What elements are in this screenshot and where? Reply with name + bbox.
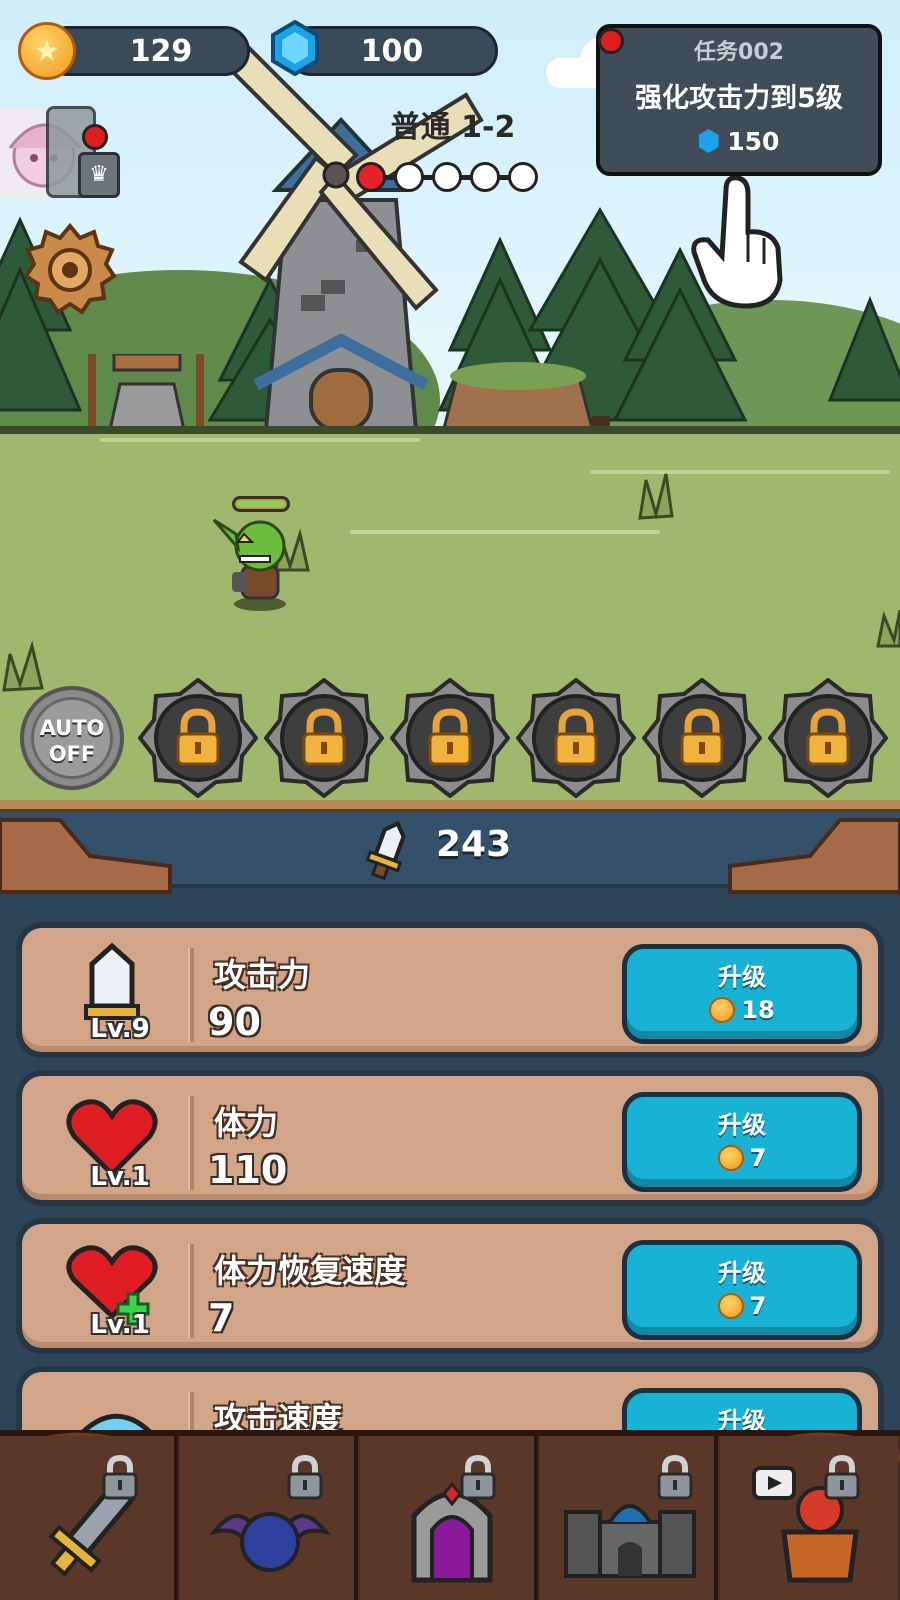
auto-toggle-label: AUTO OFF [31, 697, 113, 779]
goblin-health-bar [232, 496, 290, 512]
off-label: OFF [48, 742, 96, 766]
locked-skill-slot[interactable] [768, 678, 888, 798]
stat-value: 110 [208, 1148, 288, 1192]
bat-icon [208, 1512, 332, 1572]
upgrade-row-attack: Lv.9 攻击力 90 升级 18 [16, 922, 884, 1058]
progress-dot [356, 162, 386, 192]
gear-icon[interactable] [22, 222, 118, 318]
goblin-enemy[interactable] [210, 512, 310, 612]
stage-label: 普通 1-2 [390, 110, 516, 145]
coin-icon: ★ [18, 22, 76, 80]
progress-dot [432, 162, 462, 192]
decor-rock-right [728, 818, 900, 894]
locked-skill-slot[interactable] [516, 678, 636, 798]
locked-skill-slot[interactable] [390, 678, 510, 798]
coin-icon [709, 997, 736, 1023]
grass-tufts [2, 473, 900, 692]
coin-amount: 129 [129, 33, 193, 69]
cost-value: 7 [749, 1292, 767, 1320]
stage-progress [356, 160, 546, 194]
nav-tab-pet[interactable] [180, 1436, 358, 1600]
upgrade-row-hp-regen: Lv.1 体力恢复速度 7 升级 7 [16, 1218, 884, 1354]
stat-name: 攻击力 [214, 956, 311, 994]
level-label: Lv.1 [90, 1162, 150, 1192]
locked-skill-slot[interactable] [138, 678, 258, 798]
stat-name: 体力 [214, 1104, 279, 1142]
well [88, 354, 204, 432]
row-divider [188, 1096, 194, 1190]
nav-tab-weapon[interactable] [0, 1436, 178, 1600]
upgrade-label: 升级 [718, 1259, 766, 1287]
quest-reward-amount: 150 [727, 127, 780, 156]
locked-skill-slot[interactable] [642, 678, 762, 798]
crown-button[interactable]: ♛ [78, 152, 120, 198]
upgrade-label: 升级 [718, 1111, 766, 1139]
pointer-hand-icon [691, 176, 783, 309]
upgrade-button-hp-regen[interactable]: 升级 7 [622, 1240, 862, 1340]
sword-icon [365, 821, 406, 880]
nav-tab-shop[interactable] [720, 1436, 898, 1600]
stat-value: 90 [208, 1000, 261, 1044]
level-label: Lv.1 [90, 1310, 150, 1340]
upgrade-cost: 7 [627, 1292, 857, 1320]
panel-rail [0, 800, 900, 812]
progress-dot [508, 162, 538, 192]
video-shop-icon [752, 1466, 859, 1583]
lock-icon [460, 1454, 496, 1500]
row-divider [188, 948, 194, 1042]
grass-streak [100, 438, 420, 442]
locked-skill-slot[interactable] [264, 678, 384, 798]
quest-notification-dot [598, 28, 624, 54]
quest-title: 任务002 [694, 40, 784, 65]
quest-panel[interactable]: 任务002 强化攻击力到5级 150 [596, 24, 882, 176]
auto-skill-toggle[interactable]: AUTO OFF [20, 686, 124, 790]
coin-icon [717, 1145, 744, 1171]
auto-label: AUTO [39, 716, 105, 740]
combat-power-value: 243 [436, 824, 512, 865]
cost-value: 7 [749, 1144, 767, 1172]
progress-dot [470, 162, 500, 192]
lock-icon [287, 1454, 323, 1500]
lock-icon [657, 1454, 693, 1500]
upgrade-cost: 7 [627, 1144, 857, 1172]
quest-description: 强化攻击力到5级 [635, 83, 843, 114]
cost-value: 18 [741, 996, 775, 1024]
game-screen: 129 ★ 100 ♛ 普通 1-2 任务002 强化攻击力到5级 150 AU… [0, 0, 900, 1600]
lock-icon [102, 1454, 138, 1500]
coin-icon [717, 1293, 744, 1319]
ground-edge [0, 426, 900, 434]
upgrade-row-hp: Lv.1 体力 110 升级 7 [16, 1070, 884, 1206]
stat-name: 体力恢复速度 [214, 1252, 407, 1290]
upgrade-button-attack[interactable]: 升级 18 [622, 944, 862, 1044]
upgrade-label: 升级 [718, 963, 766, 991]
gem-icon [698, 129, 719, 153]
gem-amount: 100 [360, 33, 424, 69]
level-label: Lv.9 [90, 1014, 150, 1044]
upgrade-cost: 18 [627, 996, 857, 1024]
decor-rock-left [0, 818, 172, 894]
crown-icon: ♛ [89, 162, 109, 187]
gem-icon [271, 20, 319, 76]
upgrade-button-hp[interactable]: 升级 7 [622, 1092, 862, 1192]
progress-dot [394, 162, 424, 192]
lock-icon [824, 1454, 860, 1500]
notification-dot [82, 124, 108, 150]
stat-value: 7 [208, 1296, 235, 1340]
quest-reward: 150 [600, 127, 878, 156]
row-divider [188, 1244, 194, 1338]
nav-tab-dungeon[interactable] [360, 1436, 538, 1600]
